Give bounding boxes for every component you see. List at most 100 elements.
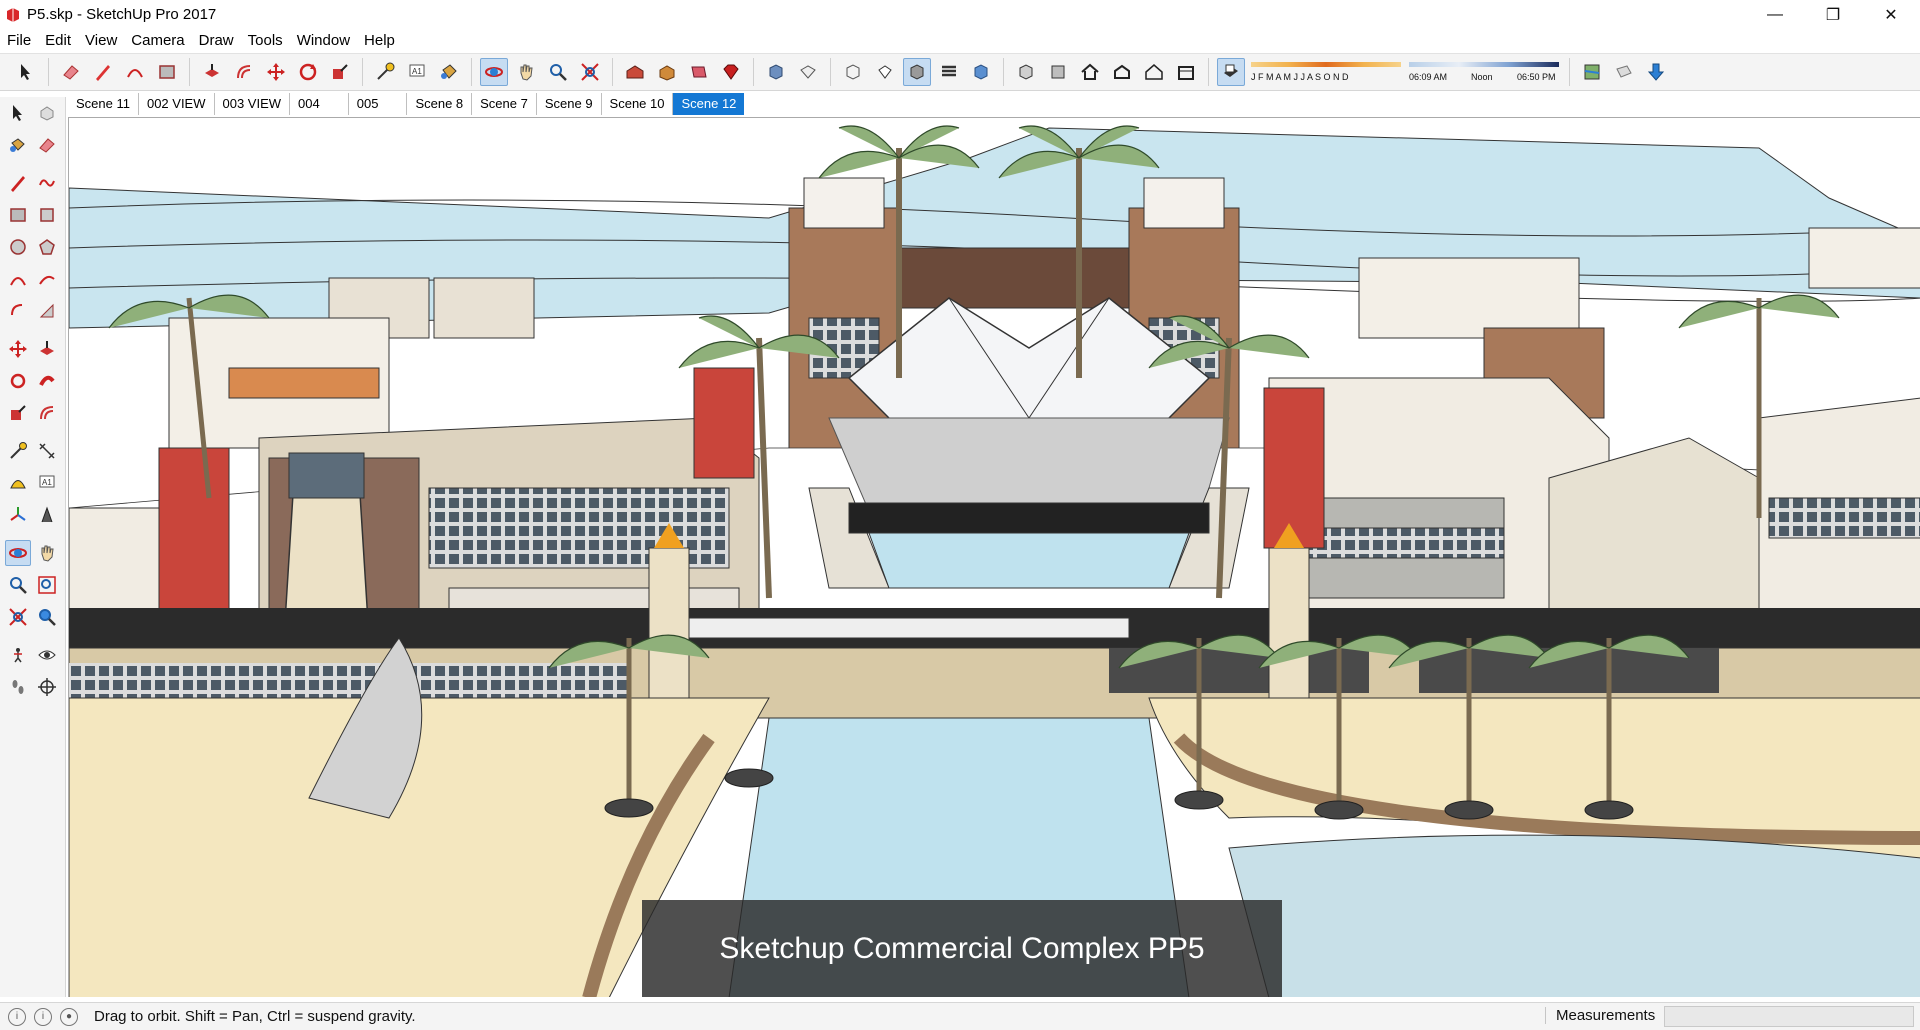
push-pull-button[interactable]	[34, 336, 60, 362]
line-tool-button[interactable]	[89, 58, 117, 86]
tab-002-view[interactable]: 002 VIEW	[139, 93, 215, 115]
follow-me-button[interactable]	[34, 368, 60, 394]
top-view-button[interactable]	[794, 58, 822, 86]
3d-text-button[interactable]	[34, 502, 60, 528]
zoom-tool-button[interactable]	[544, 58, 572, 86]
menu-view[interactable]: View	[78, 32, 124, 49]
model-viewport[interactable]: Sketchup Commercial Complex PP5	[68, 117, 1920, 997]
menu-window[interactable]: Window	[290, 32, 357, 49]
freehand-button[interactable]	[34, 170, 60, 196]
zoom-window-button[interactable]	[34, 572, 60, 598]
offset-tool-button[interactable]	[230, 58, 258, 86]
pie-button[interactable]	[34, 298, 60, 324]
front-view-button[interactable]	[1044, 58, 1072, 86]
close-button[interactable]: ✕	[1862, 0, 1920, 29]
select-tool-button[interactable]	[12, 58, 40, 86]
extension-warehouse-button[interactable]	[653, 58, 681, 86]
paint-bucket-button[interactable]	[5, 132, 31, 158]
scale-tool-button[interactable]	[326, 58, 354, 86]
select-button[interactable]	[5, 100, 31, 126]
tape-measure-button[interactable]	[5, 438, 31, 464]
zoom-button[interactable]	[5, 572, 31, 598]
ruby-console-button[interactable]	[717, 58, 745, 86]
tab-scene-10[interactable]: Scene 10	[602, 93, 674, 115]
previous-view-button[interactable]	[34, 604, 60, 630]
measurements-input[interactable]	[1664, 1006, 1914, 1027]
zoom-extents-button[interactable]	[576, 58, 604, 86]
menu-tools[interactable]: Tools	[241, 32, 290, 49]
add-location-button[interactable]	[1642, 58, 1670, 86]
iso-view-button[interactable]	[762, 58, 790, 86]
restore-button[interactable]: ❐	[1804, 0, 1862, 29]
eraser-tool-button[interactable]	[57, 58, 85, 86]
look-around-button[interactable]	[34, 642, 60, 668]
dimension-button[interactable]	[34, 438, 60, 464]
credits-status-icon[interactable]: i	[34, 1007, 52, 1026]
make-component-button[interactable]	[34, 100, 60, 126]
tab-003-view[interactable]: 003 VIEW	[215, 93, 291, 115]
push-pull-tool-button[interactable]	[198, 58, 226, 86]
pan-button[interactable]	[34, 540, 60, 566]
rotated-rectangle-button[interactable]	[34, 202, 60, 228]
shadow-month-slider[interactable]: J F M A M J J A S O N D	[1251, 57, 1401, 87]
back-view-button[interactable]	[1140, 58, 1168, 86]
circle-button[interactable]	[5, 234, 31, 260]
polygon-button[interactable]	[34, 234, 60, 260]
section-plane-button[interactable]	[34, 674, 60, 700]
menu-edit[interactable]: Edit	[38, 32, 78, 49]
tab-scene-11[interactable]: Scene 11	[68, 93, 139, 115]
move-button[interactable]	[5, 336, 31, 362]
geo-location-status-icon[interactable]: i	[8, 1007, 26, 1026]
left-view-button[interactable]	[1172, 58, 1200, 86]
xray-style-button[interactable]	[839, 58, 867, 86]
photo-textures-button[interactable]	[1610, 58, 1638, 86]
monochrome-style-button[interactable]	[967, 58, 995, 86]
tab-scene-7[interactable]: Scene 7	[472, 93, 537, 115]
zoom-extents-left-button[interactable]	[5, 604, 31, 630]
line-button[interactable]	[5, 170, 31, 196]
pan-tool-button[interactable]	[512, 58, 540, 86]
shadows-toggle-button[interactable]	[1217, 58, 1245, 86]
geo-location-button[interactable]	[1578, 58, 1606, 86]
tab-005[interactable]: 005	[349, 93, 408, 115]
position-camera-button[interactable]	[5, 642, 31, 668]
user-account-icon[interactable]: ●	[60, 1007, 78, 1026]
tab-scene-12[interactable]: Scene 12	[673, 93, 745, 115]
menu-camera[interactable]: Camera	[124, 32, 191, 49]
tab-004[interactable]: 004	[290, 93, 349, 115]
rotate-button[interactable]	[5, 368, 31, 394]
tab-scene-8[interactable]: Scene 8	[407, 93, 473, 115]
shapes-tool-button[interactable]	[153, 58, 181, 86]
menu-draw[interactable]: Draw	[192, 32, 241, 49]
text-button[interactable]: A1	[34, 470, 60, 496]
paint-bucket-tool-button[interactable]	[435, 58, 463, 86]
scale-button[interactable]	[5, 400, 31, 426]
rectangle-button[interactable]	[5, 202, 31, 228]
text-tool-button[interactable]: A1	[403, 58, 431, 86]
home-view-button[interactable]	[1076, 58, 1104, 86]
arc-button[interactable]	[5, 266, 31, 292]
two-point-arc-button[interactable]	[34, 266, 60, 292]
textured-style-button[interactable]	[935, 58, 963, 86]
rotate-tool-button[interactable]	[294, 58, 322, 86]
protractor-button[interactable]	[5, 470, 31, 496]
orbit-tool-button[interactable]	[480, 58, 508, 86]
tape-measure-tool-button[interactable]	[371, 58, 399, 86]
warehouse-button[interactable]	[621, 58, 649, 86]
shaded-style-button[interactable]	[903, 58, 931, 86]
menu-help[interactable]: Help	[357, 32, 402, 49]
minimize-button[interactable]: —	[1746, 0, 1804, 29]
menu-file[interactable]: File	[0, 32, 38, 49]
tab-scene-9[interactable]: Scene 9	[537, 93, 602, 115]
move-tool-button[interactable]	[262, 58, 290, 86]
iso-camera-button[interactable]	[1012, 58, 1040, 86]
shadow-time-slider[interactable]: 06:09 AM Noon 06:50 PM	[1409, 57, 1559, 87]
wireframe-style-button[interactable]	[871, 58, 899, 86]
orbit-button[interactable]	[4, 540, 31, 566]
offset-button[interactable]	[34, 400, 60, 426]
walk-button[interactable]	[5, 674, 31, 700]
three-point-arc-button[interactable]	[5, 298, 31, 324]
right-view-button[interactable]	[1108, 58, 1136, 86]
share-model-button[interactable]	[685, 58, 713, 86]
arc-tool-button[interactable]	[121, 58, 149, 86]
